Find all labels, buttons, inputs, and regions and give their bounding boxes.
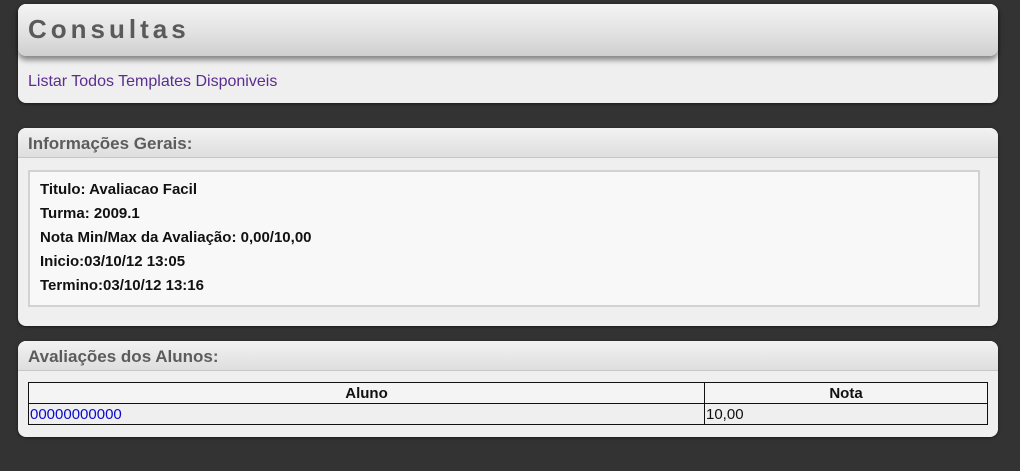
info-titulo: Titulo: Avaliacao Facil [40,181,197,198]
informacoes-gerais-title: Informações Gerais: [28,134,193,153]
info-inicio: Inicio:03/10/12 13:05 [40,253,186,270]
consultas-header: Consultas [18,4,998,56]
column-header-aluno: Aluno [28,382,705,404]
informacoes-gerais-header: Informações Gerais: [18,128,998,158]
aluno-cell: 00000000000 [28,403,705,425]
informacoes-gerais-panel: Informações Gerais: Titulo: Avaliacao Fa… [18,128,998,326]
avaliacoes-alunos-panel: Avaliações dos Alunos: Aluno Nota 000000… [18,341,998,437]
listar-templates-link[interactable]: Listar Todos Templates Disponiveis [28,73,277,90]
nota-cell: 10,00 [704,403,988,425]
informacoes-gerais-box: Titulo: Avaliacao Facil Turma: 2009.1 No… [28,170,980,307]
consultas-links: Listar Todos Templates Disponiveis [28,73,277,91]
column-header-nota: Nota [704,382,988,404]
table-header-row: Aluno Nota [28,382,988,404]
consultas-panel: Consultas Listar Todos Templates Disponi… [18,4,998,103]
table-row: 00000000000 10,00 [28,403,988,425]
avaliacoes-alunos-title: Avaliações dos Alunos: [28,347,219,366]
aluno-link[interactable]: 00000000000 [30,406,122,423]
avaliacoes-alunos-header: Avaliações dos Alunos: [18,341,998,371]
consultas-title: Consultas [28,14,190,44]
info-turma: Turma: 2009.1 [40,205,140,222]
avaliacoes-table: Aluno Nota 00000000000 10,00 [28,382,988,425]
info-nota-min-max: Nota Min/Max da Avaliação: 0,00/10,00 [40,229,312,246]
info-termino: Termino:03/10/12 13:16 [40,277,204,294]
